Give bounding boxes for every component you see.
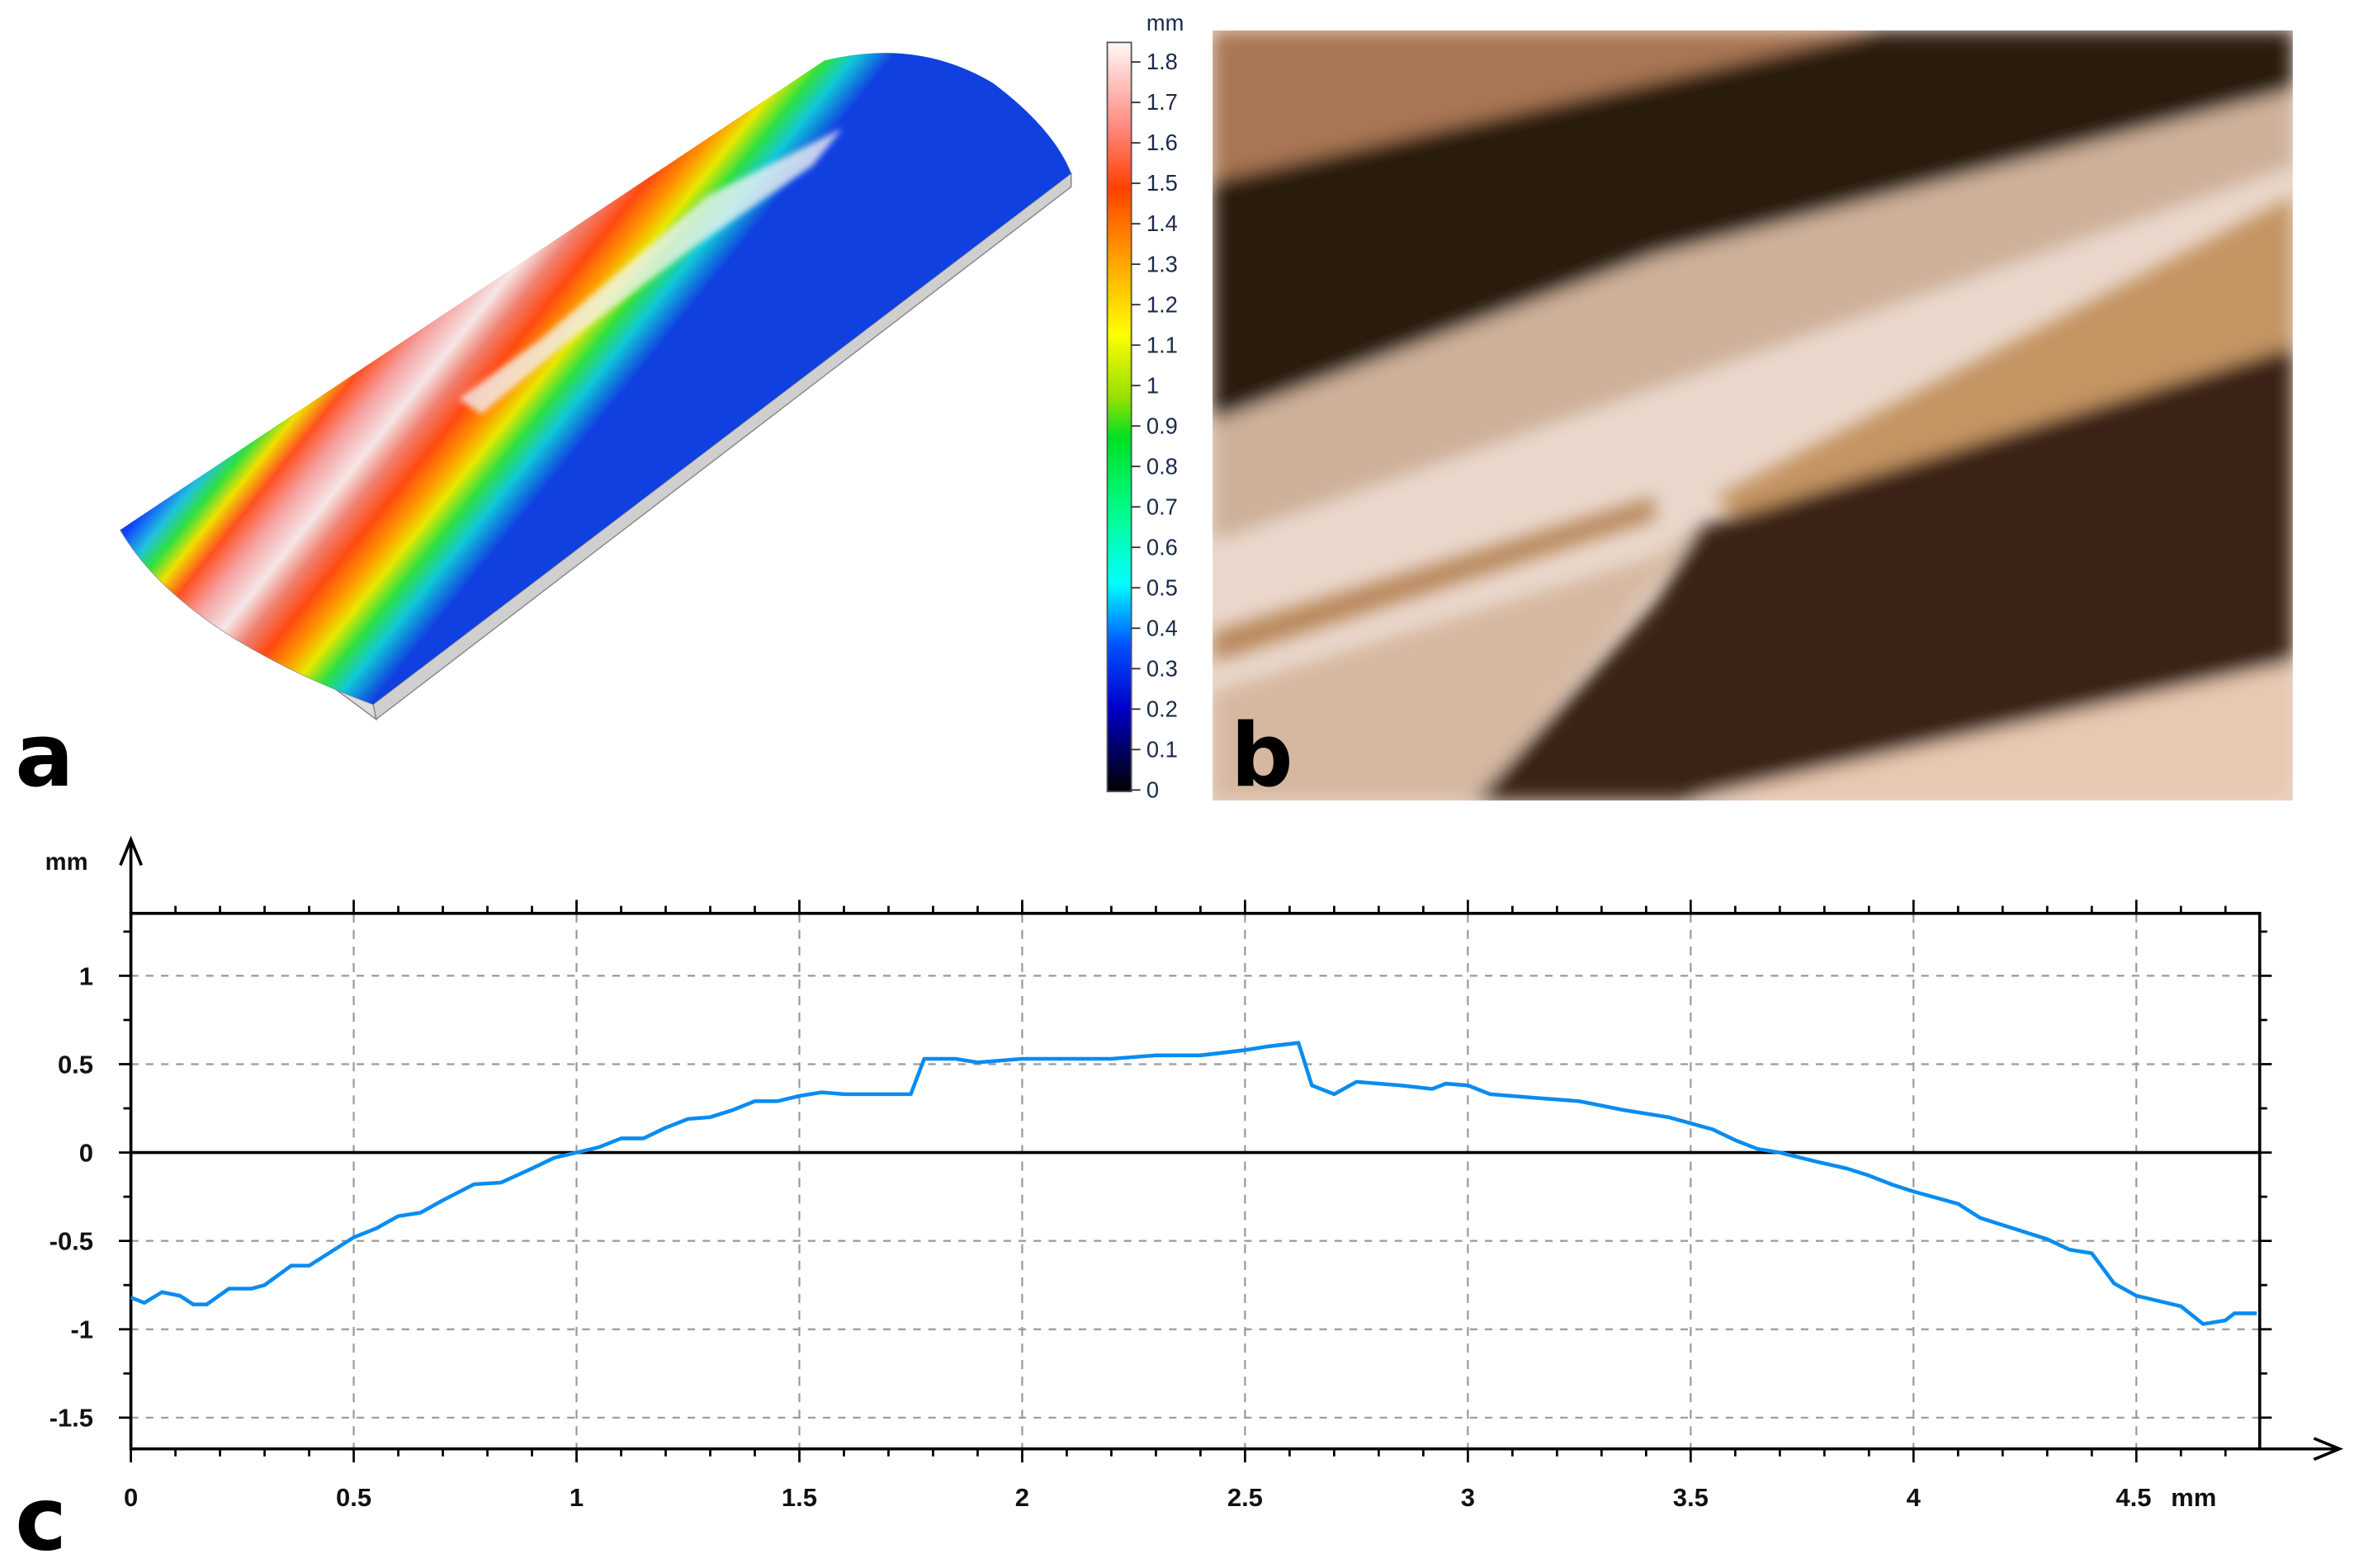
colorbar-tick-label: 1.5 [1146, 170, 1178, 196]
colorbar-tick-label: 0.9 [1146, 413, 1178, 438]
surface-top [120, 53, 1071, 705]
colorbar-tick-label: 0.3 [1146, 655, 1178, 681]
colorbar-tick-label: 0.7 [1146, 494, 1178, 519]
colorbar-tick-label: 0.8 [1146, 453, 1178, 479]
panel-a-3d-surface [120, 53, 1072, 721]
x-tick-label: 2 [1015, 1483, 1029, 1512]
panel-letter-a: a [15, 705, 73, 806]
colorbar-tick-label: 1.6 [1146, 130, 1178, 155]
x-tick-label: 2.5 [1227, 1483, 1263, 1512]
panel-letter-b: b [1231, 705, 1293, 806]
x-tick-label: 3.5 [1673, 1483, 1709, 1512]
colorbar-unit: mm [1146, 10, 1184, 35]
y-axis-unit: mm [45, 849, 88, 876]
colorbar-tick-label: 0.2 [1146, 696, 1178, 721]
colorbar-tick-label: 0.6 [1146, 534, 1178, 560]
y-tick-label: -0.5 [50, 1227, 93, 1256]
colorbar-tick-label: 0.5 [1146, 574, 1178, 600]
x-tick-label: 4 [1907, 1483, 1922, 1512]
y-tick-label: 0.5 [58, 1050, 93, 1079]
x-axis-unit: mm [2171, 1483, 2216, 1512]
colorbar-tick-label: 0 [1146, 777, 1159, 802]
colorbar-tick-label: 1.3 [1146, 251, 1178, 276]
x-tick-label: 4.5 [2116, 1483, 2151, 1512]
x-tick-label: 0.5 [336, 1483, 371, 1512]
panel-b-photo [1213, 30, 2293, 801]
x-tick-label: 0 [124, 1483, 138, 1512]
y-tick-label: 0 [79, 1138, 93, 1167]
colorbar-tick-label: 1 [1146, 372, 1159, 398]
profile-chart: 0 0.5 1 1.5 2 2.5 3 3.5 4 4.5 1 0.5 0 -0.5 -1 -1.5 mm m… [45, 835, 2344, 1512]
panel-letter-c: c [15, 1469, 67, 1568]
colorbar-tick-label: 1.1 [1146, 332, 1178, 357]
y-tick-label: -1.5 [50, 1404, 93, 1433]
figure: a mm 0 0.1 0.2 0.3 0.4 0.5 0.6 0.7 0.8 0.9 1 1.1 1.2… [15, 10, 2344, 1568]
profile-line [130, 1041, 2257, 1326]
colorbar-tick-label: 1.8 [1146, 49, 1178, 74]
colorbar-tick-label: 1.7 [1146, 89, 1178, 115]
colorbar-tick-label: 0.4 [1146, 615, 1178, 640]
y-tick-label: 1 [79, 961, 93, 990]
colorbar-tick-label: 1.4 [1146, 210, 1178, 236]
colorbar-bar [1106, 41, 1132, 793]
plot-frame [129, 911, 2262, 1451]
colorbar: mm 0 0.1 0.2 0.3 0.4 0.5 0.6 0.7 0.8 0.9 1 1.1 1.2 1.… [1106, 10, 1184, 802]
colorbar-tick-label: 0.1 [1146, 736, 1178, 762]
colorbar-tick-label: 1.2 [1146, 291, 1178, 317]
y-tick-label: -1 [70, 1315, 93, 1344]
x-tick-label: 3 [1461, 1483, 1475, 1512]
x-tick-label: 1.5 [782, 1483, 817, 1512]
x-tick-label: 1 [570, 1483, 584, 1512]
